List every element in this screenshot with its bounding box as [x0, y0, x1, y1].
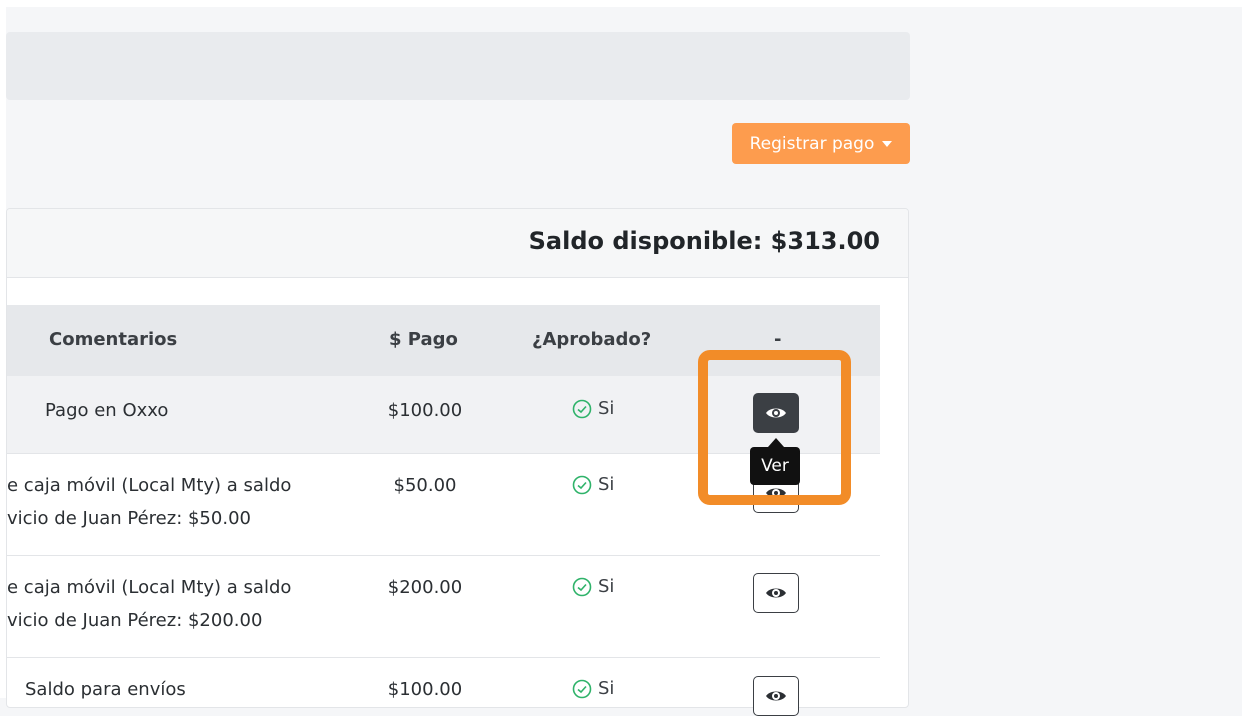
right-empty-area: [910, 7, 1242, 698]
registrar-pago-button[interactable]: Registrar pago: [732, 123, 910, 164]
check-circle-icon: [572, 399, 592, 418]
view-button-row-3[interactable]: [753, 573, 799, 613]
row-pago: $100.00: [387, 400, 463, 421]
row-aprobado: Si: [572, 576, 614, 597]
header-comentarios: Comentarios: [49, 329, 178, 350]
row-aprobado: Si: [572, 474, 614, 495]
eye-icon: [766, 691, 786, 701]
header-aprobado: ¿Aprobado?: [532, 329, 652, 350]
row-comment: Saldo para envíos: [25, 679, 186, 700]
check-circle-icon: [572, 679, 592, 698]
row-comment: Pago en Oxxo: [45, 400, 169, 421]
card-header: Saldo disponible: $313.00: [7, 209, 908, 278]
aprobado-text: Si: [598, 474, 615, 495]
row-comment-line2: vicio de Juan Pérez: $200.00: [7, 610, 263, 631]
row-aprobado: Si: [572, 398, 614, 419]
row-comment: e caja móvil (Local Mty) a saldo vicio d…: [7, 469, 291, 535]
aprobado-text: Si: [598, 576, 615, 597]
header-actions: -: [774, 329, 782, 350]
saldo-disponible: Saldo disponible: $313.00: [528, 227, 880, 255]
check-circle-icon: [572, 577, 592, 596]
registrar-pago-label: Registrar pago: [749, 133, 875, 154]
page-header-bar: [6, 32, 910, 100]
caret-down-icon: [882, 140, 893, 147]
row-pago: $50.00: [393, 475, 457, 496]
row-pago: $200.00: [387, 577, 463, 598]
row-pago: $100.00: [387, 679, 463, 700]
header-pago: $ Pago: [389, 329, 458, 350]
aprobado-text: Si: [598, 398, 615, 419]
aprobado-text: Si: [598, 678, 615, 699]
row-comment-line1: e caja móvil (Local Mty) a saldo: [7, 475, 292, 496]
table-row: e caja móvil (Local Mty) a saldo vicio d…: [7, 555, 880, 658]
row-comment-line2: vicio de Juan Pérez: $50.00: [7, 508, 251, 529]
view-button-row-4[interactable]: [753, 676, 799, 716]
top-strip: [0, 0, 1242, 7]
table-row: Saldo para envíos $100.00 Si: [7, 657, 880, 707]
row-aprobado: Si: [572, 678, 614, 699]
row-comment-line1: e caja móvil (Local Mty) a saldo: [7, 577, 292, 598]
row-comment: e caja móvil (Local Mty) a saldo vicio d…: [7, 571, 291, 637]
eye-icon: [766, 588, 786, 598]
check-circle-icon: [572, 475, 592, 494]
highlight-box: [698, 350, 851, 505]
